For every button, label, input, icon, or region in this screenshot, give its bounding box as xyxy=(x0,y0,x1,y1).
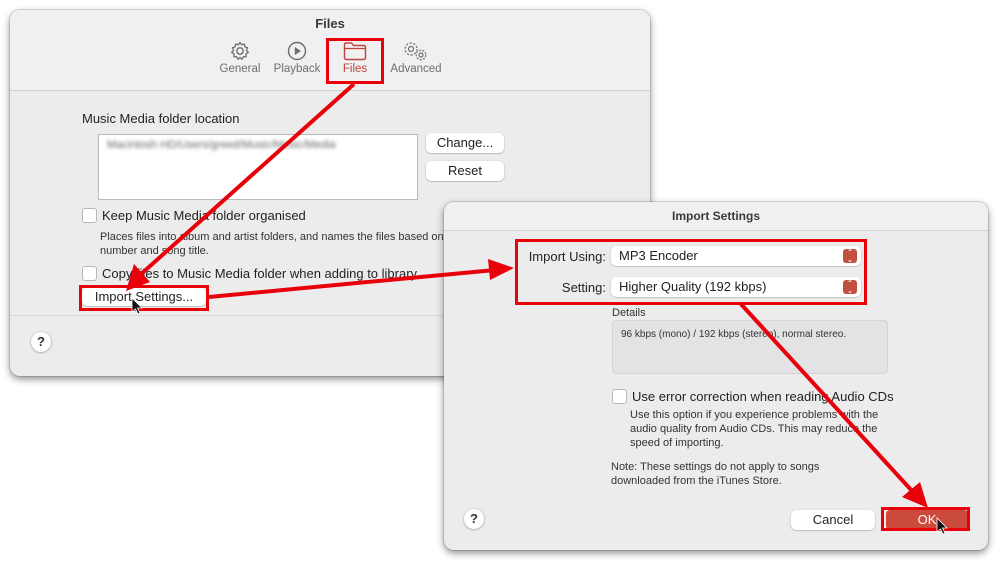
gear-icon xyxy=(231,41,249,60)
details-text: 96 kbps (mono) / 192 kbps (stereo), norm… xyxy=(621,329,847,340)
error-correction-label: Use error correction when reading Audio … xyxy=(632,389,894,404)
dialog-title: Import Settings xyxy=(671,209,760,223)
error-correction-description-2: audio quality from Audio CDs. This may r… xyxy=(630,423,878,435)
note-line-2: downloaded from the iTunes Store. xyxy=(611,475,782,487)
tab-general-label: General xyxy=(219,63,261,75)
import-using-value: MP3 Encoder xyxy=(619,248,698,263)
play-circle-icon xyxy=(287,41,307,61)
setting-select[interactable]: Higher Quality (192 kbps) ⌃ ⌄ xyxy=(611,277,861,297)
keep-organised-description-1: Places files into album and artist folde… xyxy=(100,231,445,243)
preferences-toolbar: Files General Playback Files Advanced xyxy=(10,10,650,91)
ok-button[interactable]: OK xyxy=(886,510,968,530)
change-folder-button[interactable]: Change... xyxy=(426,133,504,153)
error-correction-description-1: Use this option if you experience proble… xyxy=(630,409,879,421)
main-help-button[interactable]: ? xyxy=(31,332,51,352)
import-settings-button[interactable]: Import Settings... xyxy=(82,288,206,306)
dialog-help-button[interactable]: ? xyxy=(464,509,484,529)
gears-icon xyxy=(404,42,427,61)
tab-playback-label: Playback xyxy=(273,63,321,75)
error-correction-description-3: speed of importing. xyxy=(630,437,724,449)
folder-location-label: Music Media folder location xyxy=(82,111,240,126)
tab-files[interactable]: Files xyxy=(332,40,378,75)
tab-advanced[interactable]: Advanced xyxy=(388,40,444,75)
note-line-1: Note: These settings do not apply to son… xyxy=(611,461,820,473)
up-down-chevron-icon: ⌃ ⌄ xyxy=(843,280,857,295)
window-title: Files xyxy=(315,16,345,31)
tab-advanced-label: Advanced xyxy=(390,63,442,75)
tab-general[interactable]: General xyxy=(217,40,263,75)
folder-location-field: Macintosh HD/Users/greed/Music/Music/Med… xyxy=(98,134,418,200)
cancel-button[interactable]: Cancel xyxy=(791,510,875,530)
import-using-label: Import Using: xyxy=(528,249,606,264)
import-using-select[interactable]: MP3 Encoder ⌃ ⌄ xyxy=(611,246,861,266)
folder-path-text: Macintosh HD/Users/greed/Music/Music/Med… xyxy=(107,139,336,151)
setting-value: Higher Quality (192 kbps) xyxy=(619,279,767,294)
copy-files-checkbox[interactable] xyxy=(82,266,97,281)
folder-icon xyxy=(343,42,367,61)
tab-playback[interactable]: Playback xyxy=(272,40,322,75)
details-label: Details xyxy=(612,307,646,319)
setting-label: Setting: xyxy=(561,280,606,295)
error-correction-checkbox[interactable] xyxy=(612,389,627,404)
copy-files-label: Copy files to Music Media folder when ad… xyxy=(102,266,418,281)
tab-files-label: Files xyxy=(342,63,368,75)
dialog-title-bar: Import Settings xyxy=(444,202,988,231)
keep-organised-label: Keep Music Media folder organised xyxy=(102,208,306,223)
details-box: 96 kbps (mono) / 192 kbps (stereo), norm… xyxy=(612,320,888,374)
keep-organised-checkbox[interactable] xyxy=(82,208,97,223)
reset-folder-button[interactable]: Reset xyxy=(426,161,504,181)
up-down-chevron-icon: ⌃ ⌄ xyxy=(843,249,857,264)
import-settings-dialog: Import Settings Import Using: MP3 Encode… xyxy=(444,202,988,550)
keep-organised-description-2: number and song title. xyxy=(100,245,209,257)
